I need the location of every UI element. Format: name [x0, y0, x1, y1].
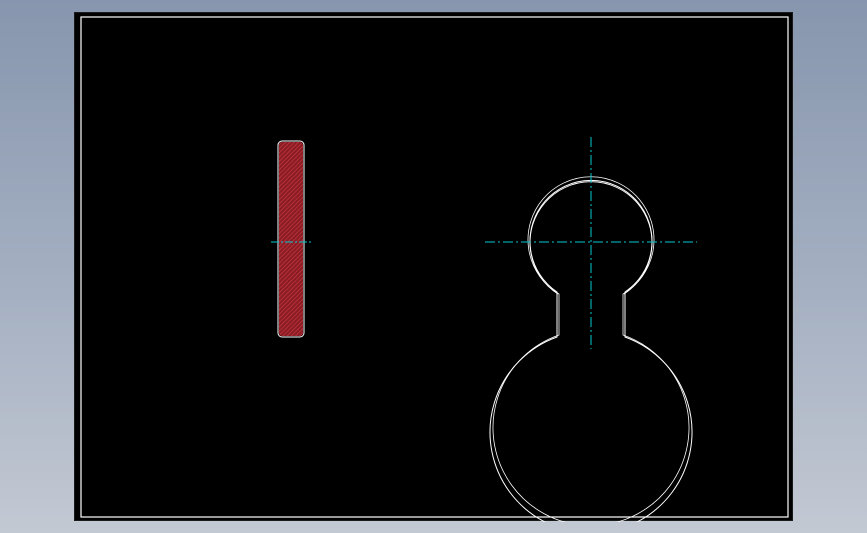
- front-view: [485, 137, 697, 522]
- sheet-border: [80, 16, 789, 518]
- side-view-hatch: [279, 142, 303, 336]
- drawing-sheet: [74, 12, 793, 522]
- side-view: [271, 140, 311, 338]
- cad-drawing-canvas: [80, 16, 789, 522]
